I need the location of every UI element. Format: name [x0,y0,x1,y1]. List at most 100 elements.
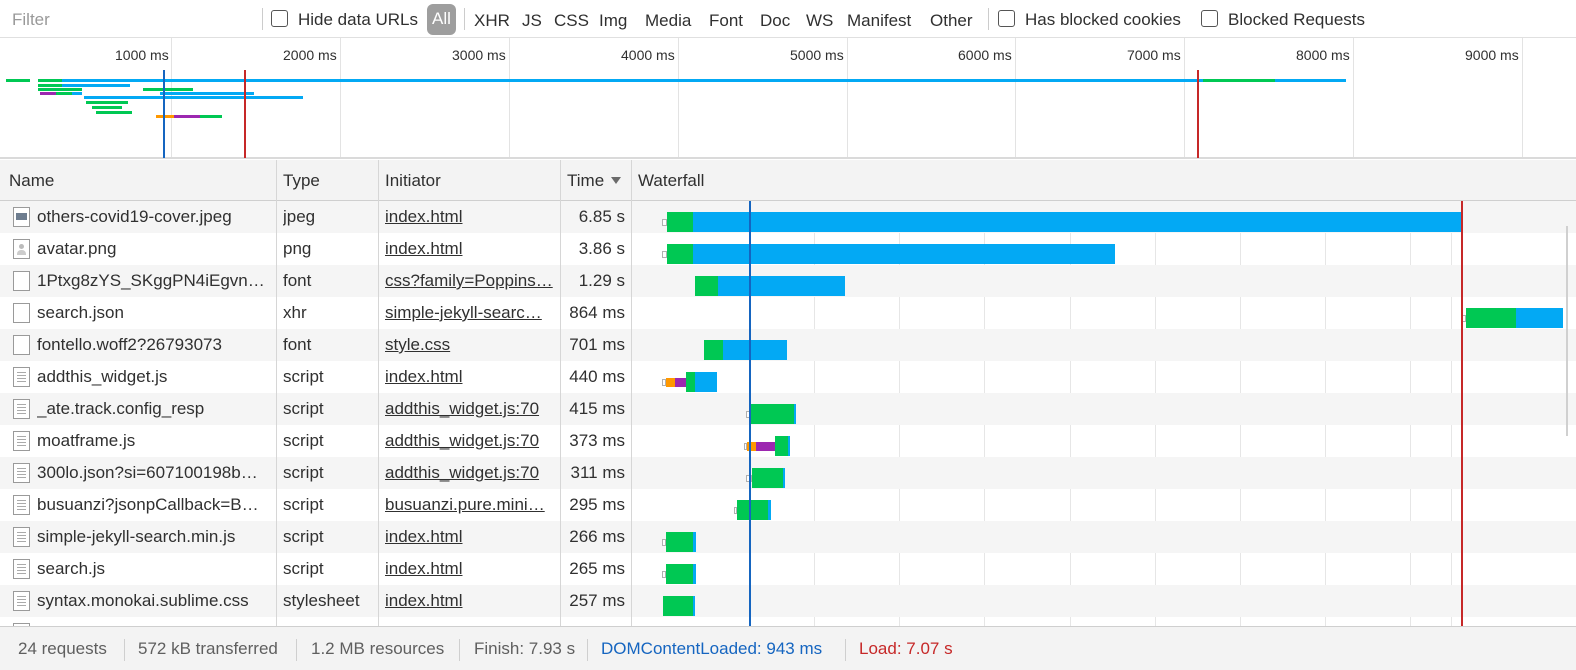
request-initiator-link[interactable]: index.html [385,521,553,553]
filter-type-img[interactable]: Img [599,10,627,32]
waterfall-ttfb-bar [1466,308,1516,328]
request-name: moatframe.js [37,431,136,450]
has-blocked-cookies-label[interactable]: Has blocked cookies [1025,10,1181,30]
request-initiator-link[interactable]: addthis_widget.js:70 [385,425,553,457]
table-scrollbar[interactable] [1566,226,1568,436]
overview-request-bar [96,111,132,114]
table-row[interactable]: busuanzi?jsonpCallback=B… script busuanz… [0,489,1576,521]
overview-timeline[interactable]: 1000 ms 2000 ms 3000 ms 4000 ms 5000 ms … [0,38,1576,159]
table-row[interactable]: 300lo.json?si=607100198b… script addthis… [0,457,1576,489]
request-initiator-link[interactable]: busuanzi.pure.mini… [385,489,553,521]
column-header-time[interactable]: Time [558,160,622,201]
status-divider [587,639,588,661]
overview-tick-label: 4000 ms [621,47,675,63]
table-row[interactable]: syntax.monokai.sublime.css stylesheet in… [0,585,1576,617]
hide-data-urls-checkbox[interactable] [271,10,288,27]
waterfall-ttfb-bar [666,532,693,552]
request-time: 701 ms [569,335,625,354]
table-row[interactable]: avatar.png png index.html 3.86 s [0,233,1576,265]
table-row[interactable]: moatframe.js script addthis_widget.js:70… [0,425,1576,457]
column-header-name[interactable]: Name [0,160,54,201]
overview-request-bar [38,88,82,91]
request-type: font [283,335,312,354]
document-file-icon [13,399,30,419]
table-row[interactable]: _ate.track.config_resp script addthis_wi… [0,393,1576,425]
filter-type-manifest[interactable]: Manifest [847,10,911,32]
table-row[interactable]: 1Ptxg8zYS_SKggPN4iEgvn… font css?family=… [0,265,1576,297]
waterfall-download-bar [794,404,796,424]
column-divider[interactable] [276,160,277,626]
waterfall-download-bar [768,500,771,520]
filter-type-other[interactable]: Other [930,10,973,32]
request-time: 311 ms [570,463,626,482]
request-initiator-link[interactable]: index.html [385,233,553,265]
request-name: avatar.png [37,239,117,258]
filter-type-media[interactable]: Media [645,10,691,32]
request-count: 24 requests [18,639,107,658]
request-initiator-link[interactable]: addthis_widget.js:70 [385,393,553,425]
table-row[interactable]: search.js script index.html 265 ms [0,553,1576,585]
filter-type-css[interactable]: CSS [554,10,589,32]
request-initiator-link[interactable]: index.html [385,361,553,393]
request-name: search.json [37,303,124,322]
blocked-requests-label[interactable]: Blocked Requests [1228,10,1365,30]
waterfall-script-bar [675,378,686,387]
request-initiator-link[interactable]: index.html [385,585,553,617]
request-initiator-link[interactable]: addthis_widget.js:70 [385,457,553,489]
table-row[interactable]: fontello.woff2?26793073 font style.css 7… [0,329,1576,361]
request-type: script [283,495,324,514]
overview-load-marker [1197,70,1199,158]
overview-request-bar [84,96,303,99]
request-type: stylesheet [283,591,360,610]
filter-type-js[interactable]: JS [522,10,542,32]
table-header: Name Type Initiator Time Waterfall [0,160,1576,201]
table-row[interactable]: addthis_widget.js script index.html 440 … [0,361,1576,393]
request-time: 257 ms [569,591,625,610]
request-initiator-link[interactable]: index.html [385,617,553,626]
request-name: search.js [37,559,106,578]
waterfall-download-bar [783,468,785,488]
filter-type-doc[interactable]: Doc [760,10,790,32]
filter-type-all[interactable]: All [427,4,456,35]
waterfall-ttfb-bar [686,372,695,392]
column-divider[interactable] [378,160,379,626]
request-type: script [283,431,324,450]
resources-size: 1.2 MB resources [311,639,445,658]
blank-file-icon [13,271,30,291]
has-blocked-cookies-checkbox[interactable] [998,10,1015,27]
blocked-requests-checkbox[interactable] [1201,10,1218,27]
filter-type-font[interactable]: Font [709,10,743,32]
overview-request-bar [38,79,62,82]
filter-type-ws[interactable]: WS [806,10,833,32]
filter-type-xhr[interactable]: XHR [474,10,510,32]
request-type: script [283,367,324,386]
column-divider[interactable] [631,160,632,626]
filter-input[interactable] [4,6,252,33]
column-divider[interactable] [560,160,561,626]
request-initiator-link[interactable]: index.html [385,201,553,233]
waterfall-ttfb-bar [750,404,794,424]
column-header-waterfall[interactable]: Waterfall [629,160,704,201]
table-row[interactable]: style.css stylesheet index.html 253 ms [0,617,1576,626]
waterfall-download-bar [723,340,787,360]
table-row[interactable]: others-covid19-cover.jpeg jpeg index.htm… [0,201,1576,233]
overview-request-bar [1203,79,1275,82]
blank-file-icon [13,335,30,355]
request-name: addthis_widget.js [37,367,168,386]
request-time: 295 ms [569,495,625,514]
overview-request-bar [40,92,56,95]
table-row[interactable]: search.json xhr simple-jekyll-searc… 864… [0,297,1576,329]
waterfall-download-bar [695,372,717,392]
request-initiator-link[interactable]: style.css [385,329,553,361]
request-initiator-link[interactable]: simple-jekyll-searc… [385,297,553,329]
hide-data-urls-label[interactable]: Hide data URLs [298,10,418,30]
table-row[interactable]: simple-jekyll-search.min.js script index… [0,521,1576,553]
column-header-initiator[interactable]: Initiator [376,160,441,201]
column-header-type[interactable]: Type [274,160,320,201]
avatar-file-icon [13,239,30,259]
request-initiator-link[interactable]: index.html [385,553,553,585]
document-file-icon [13,591,30,611]
overview-tick-label: 6000 ms [958,47,1012,63]
request-initiator-link[interactable]: css?family=Poppins… [385,265,553,297]
request-name: 300lo.json?si=607100198b… [37,463,258,482]
